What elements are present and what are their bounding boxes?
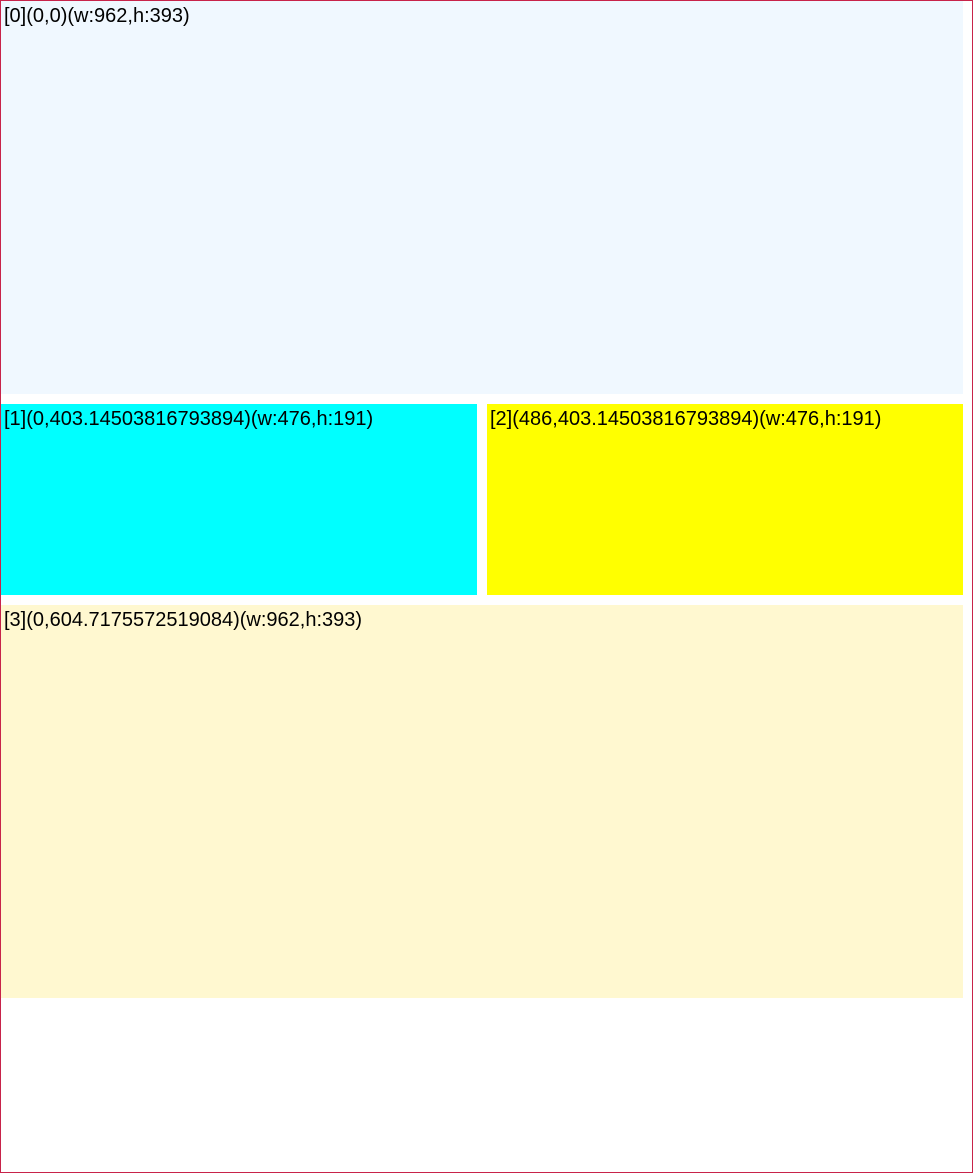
layout-box-3: [3](0,604.7175572519084)(w:962,h:393)	[1, 605, 963, 998]
layout-box-2: [2](486,403.14503816793894)(w:476,h:191)	[487, 404, 963, 595]
layout-frame: [0](0,0)(w:962,h:393) [1](0,403.14503816…	[0, 0, 973, 1173]
layout-box-1: [1](0,403.14503816793894)(w:476,h:191)	[1, 404, 477, 595]
layout-box-0: [0](0,0)(w:962,h:393)	[1, 1, 963, 394]
